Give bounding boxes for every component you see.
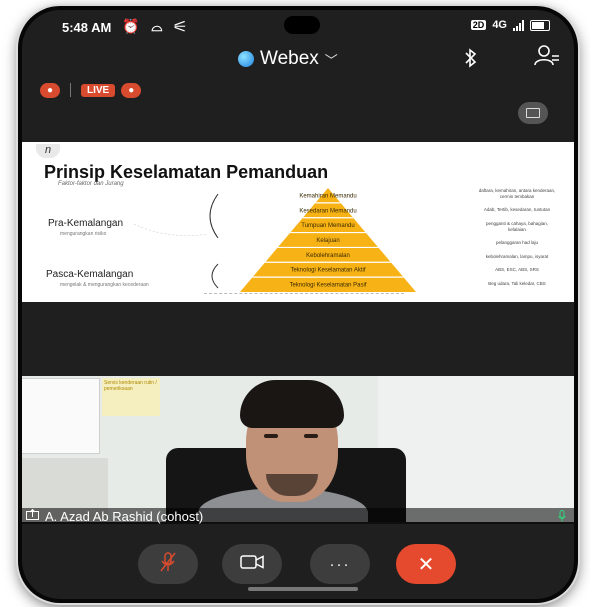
note-item: Adab, Tertib, kesedaran, tuntutan [483,207,551,213]
slide-notes: daftara, kemahiran, antara kenderaan, ce… [478,188,556,295]
network-type: 4G [492,19,507,31]
layout-icon [526,108,540,118]
note-item: pelanggaran had laju [495,240,539,246]
screen: 5:48 AM ⏰ ⌓ ⚟ 2D 4G Webex ﹀ ● LIVE ● n P… [22,10,574,599]
participant-name: A. Azad Ab Rashid (cohost) [45,508,204,524]
note-item: daftara, kemahiran, antara kenderaan, ce… [478,188,556,199]
pyramid-level-label: Teknologi Keselamatan Pasif [289,283,366,289]
pyramid-level-label: Kemahiran Memandu [299,193,356,199]
home-indicator [248,587,358,591]
meeting-header: Webex ﹀ [22,40,574,78]
leave-meeting-button[interactable]: ✕ [396,544,456,584]
chevron-down-icon: ﹀ [324,52,338,68]
pyramid-level-label: Tumpuan Memandu [301,223,354,229]
divider [70,83,71,97]
status-right-icons: 2D 4G [470,19,550,31]
pyramid-level-label: Kesedaran Memandu [299,208,356,214]
whiteboard [22,378,100,454]
pyramid-level-label: Teknologi Keselamatan Aktif [290,268,365,274]
slide-footer-line [204,293,404,294]
sticky-note: Servis kenderaan rutin / pemeriksaan [102,378,160,416]
lte-badge: 2D [470,20,487,30]
live-indicator-row: ● LIVE ● [40,80,142,100]
status-bar: 5:48 AM ⏰ ⌓ ⚟ 2D 4G [22,10,574,44]
meeting-title-button[interactable]: Webex ﹀ [238,48,338,70]
note-item: Beg udara, Tali keledar, CBS [488,281,546,286]
app-title: Webex [260,48,319,69]
layout-toggle-button[interactable] [518,102,548,124]
shared-slide: n Prinsip Keselamatan Pemanduan Faktor-f… [22,142,574,302]
participant-video[interactable]: Servis kenderaan rutin / pemeriksaan [22,376,574,522]
note-item: kebolehramalan, lampu, isyarat [485,253,549,259]
pre-bracket [209,193,219,239]
battery-icon [530,19,550,31]
mic-off-icon [160,551,176,577]
close-icon: ✕ [417,553,435,576]
mic-active-icon [558,510,566,525]
status-time: 5:48 AM [62,20,112,35]
post-bracket [211,263,219,289]
camera-notch [284,16,320,34]
note-item: pengganti & cahaya, bahagian, kelalaian [485,220,549,232]
wall-background [378,376,574,522]
mute-button[interactable] [138,544,198,584]
bluetooth-icon[interactable] [464,48,478,73]
pyramid-level-label: Kebolehramalan [306,253,350,259]
signal-icon [513,19,524,31]
note-item: ABS, ESC, ABS, SRS [495,267,539,273]
person-hair [240,380,344,428]
recording-badge[interactable]: ● [40,82,60,98]
share-screen-icon [26,508,39,523]
video-button[interactable] [222,544,282,584]
phone-frame: 5:48 AM ⏰ ⌓ ⚟ 2D 4G Webex ﹀ ● LIVE ● n P… [18,6,578,603]
count-badge[interactable]: ● [121,82,142,98]
participant-name-bar: A. Azad Ab Rashid (cohost) [22,508,574,524]
pre-connector [133,223,209,236]
eye-right [304,434,318,438]
video-icon [240,554,264,574]
participants-icon[interactable] [534,44,560,72]
eye-left [264,434,278,438]
live-badge: LIVE [81,83,116,97]
pyramid-level-label: Kelajuan [316,238,339,244]
status-notification-icons: ⏰ ⌓ ⚟ [122,18,190,34]
webex-logo-icon [238,51,254,67]
more-options-button[interactable]: ··· [310,544,370,584]
